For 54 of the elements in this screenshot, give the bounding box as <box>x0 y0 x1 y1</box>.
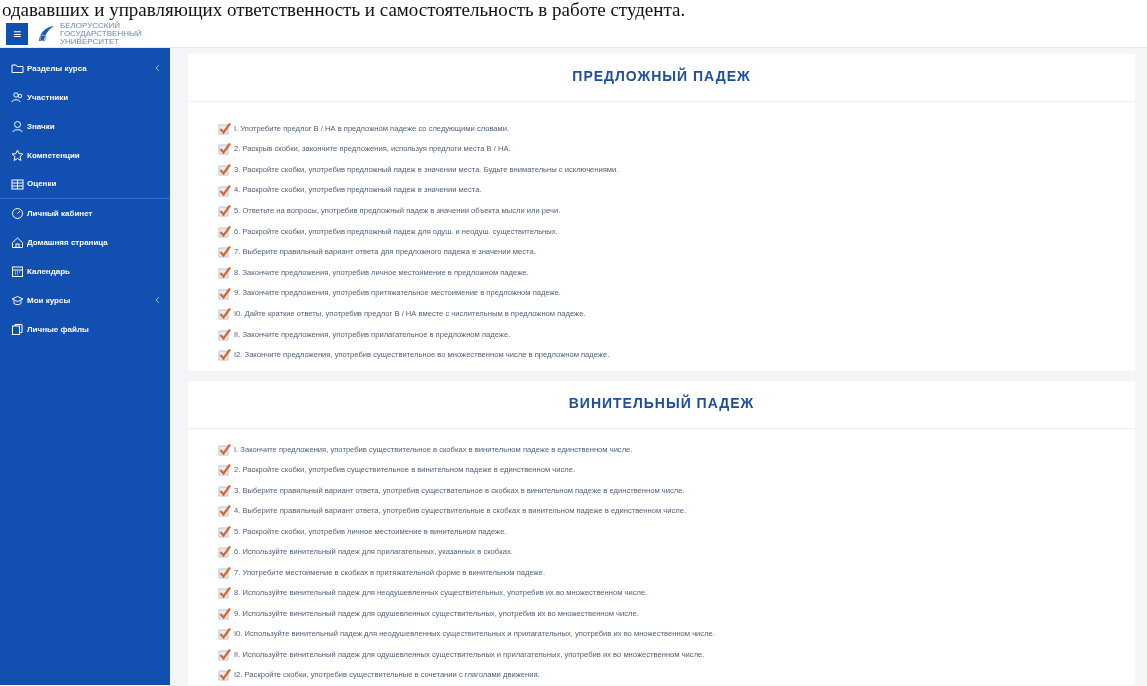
checkmark-icon[interactable] <box>218 483 231 497</box>
home-icon <box>11 236 24 249</box>
checkmark-icon[interactable] <box>218 627 231 641</box>
checkmark-icon[interactable] <box>218 286 231 300</box>
sidebar-item[interactable]: Личный кабинет <box>0 199 170 228</box>
checkmark-icon[interactable] <box>218 265 231 279</box>
checkmark-icon[interactable] <box>218 327 231 341</box>
logo-text: БЕЛОРУССКИЙ <box>60 21 120 30</box>
checkmark-icon[interactable] <box>218 668 231 682</box>
calendar-icon <box>11 265 24 278</box>
sidebar-item[interactable]: Компетенции <box>0 141 170 170</box>
checkmark-icon[interactable] <box>218 545 231 559</box>
checkmark-icon[interactable] <box>218 586 231 600</box>
sidebar-item[interactable]: Домашняя страница <box>0 228 170 257</box>
sidebar-item[interactable]: Участники <box>0 83 170 112</box>
people-icon <box>11 91 24 104</box>
sidebar-item[interactable]: Значки <box>0 112 170 141</box>
checkmark-icon[interactable] <box>218 463 231 477</box>
chevron-icon <box>155 296 160 305</box>
sidebar-item[interactable]: Разделы курса <box>0 54 170 83</box>
section-title: ВИНИТЕЛЬНЫЙ ПАДЕЖ <box>188 381 1135 430</box>
checkmark-icon[interactable] <box>218 647 231 661</box>
logo-text: УНИВЕРСИТЕТ <box>60 37 120 46</box>
checkmark-icon[interactable] <box>218 606 231 620</box>
checkmark-icon[interactable] <box>218 307 231 321</box>
checkmark-icon[interactable] <box>218 183 231 197</box>
document-text: одававших и управляющих ответственность и самостоятельность в работе студента. <box>0 0 1147 20</box>
checkmark-icon[interactable] <box>218 524 231 538</box>
checkmark-icon[interactable] <box>218 565 231 579</box>
sidebar-item[interactable]: Мои курсы <box>0 286 170 315</box>
checkmark-icon[interactable] <box>218 121 231 135</box>
checkmark-icon[interactable] <box>218 204 231 218</box>
logo-icon <box>36 23 56 44</box>
files-icon <box>11 323 24 336</box>
checkmark-icon[interactable] <box>218 245 231 259</box>
checkmark-icon[interactable] <box>218 224 231 238</box>
logo-text: ГОСУДАРСТВЕННЫЙ <box>60 29 142 38</box>
checkmark-icon[interactable] <box>218 348 231 362</box>
table-icon <box>11 177 24 191</box>
sidebar-item[interactable]: Оценки <box>0 170 170 199</box>
chevron-icon <box>155 64 160 73</box>
folder-icon <box>11 62 24 75</box>
sidebar-item[interactable]: Личные файлы <box>0 315 170 344</box>
section-title: ПРЕДЛОЖНЫЙ ПАДЕЖ <box>188 54 1135 102</box>
sidebar-item[interactable]: Календарь <box>0 257 170 286</box>
star-icon <box>11 149 24 162</box>
gauge-icon <box>11 207 24 220</box>
person-icon <box>11 120 24 133</box>
checkmark-icon[interactable] <box>218 504 231 518</box>
graduation-cap-icon <box>11 294 24 307</box>
checkmark-icon[interactable] <box>218 163 231 176</box>
checkmark-icon[interactable] <box>218 142 231 156</box>
menu-button[interactable]: ≡ <box>6 23 28 45</box>
checkmark-icon[interactable] <box>218 442 231 456</box>
